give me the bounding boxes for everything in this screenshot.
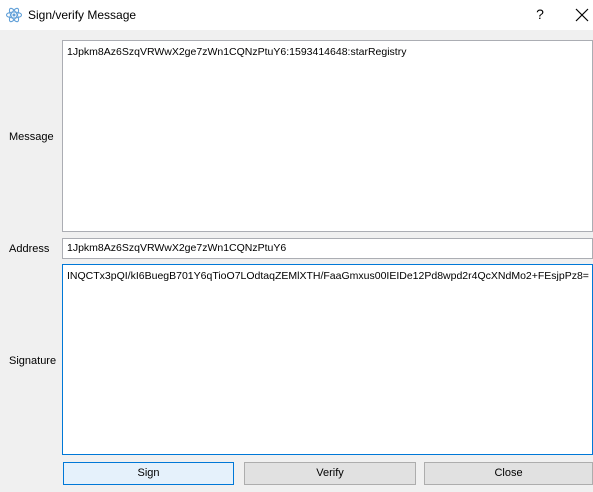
react-atom-icon xyxy=(5,7,23,23)
address-label: Address xyxy=(9,243,50,255)
verify-button[interactable]: Verify xyxy=(244,462,416,485)
address-input[interactable]: 1Jpkm8Az6SzqVRWwX2ge7zWn1CQNzPtuY6 xyxy=(62,238,593,259)
title-bar: Sign/verify Message ? xyxy=(0,0,593,30)
message-textarea[interactable]: 1Jpkm8Az6SzqVRWwX2ge7zWn1CQNzPtuY6:15934… xyxy=(62,40,593,232)
close-button[interactable]: Close xyxy=(424,462,593,485)
message-text: 1Jpkm8Az6SzqVRWwX2ge7zWn1CQNzPtuY6:15934… xyxy=(67,46,407,58)
message-label: Message xyxy=(9,131,54,143)
signature-label: Signature xyxy=(9,355,57,367)
window-title: Sign/verify Message xyxy=(28,8,137,22)
help-button[interactable]: ? xyxy=(528,3,552,25)
sign-verify-dialog: Sign/verify Message ? Message 1Jpkm8Az6S… xyxy=(0,0,593,492)
sign-button[interactable]: Sign xyxy=(63,462,234,485)
signature-textarea[interactable]: INQCTx3pQI/kI6BuegB701Y6qTioO7LOdtaqZEMl… xyxy=(62,264,593,455)
address-text: 1Jpkm8Az6SzqVRWwX2ge7zWn1CQNzPtuY6 xyxy=(67,242,287,254)
close-icon[interactable] xyxy=(572,5,592,25)
signature-text: INQCTx3pQI/kI6BuegB701Y6qTioO7LOdtaqZEMl… xyxy=(67,270,589,282)
